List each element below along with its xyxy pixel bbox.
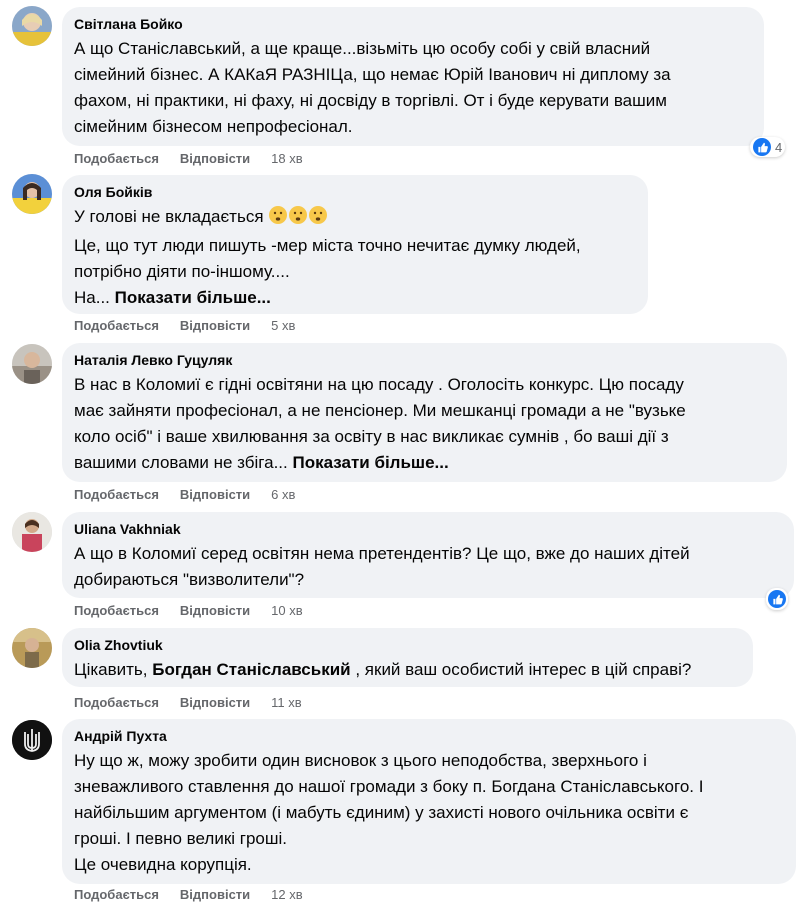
comment-text: А що Станіславський, а ще краще...візьмі…	[74, 39, 671, 136]
worried-face-icon	[288, 205, 308, 233]
comment-time[interactable]: 12 хв	[271, 887, 302, 902]
reply-button[interactable]: Відповісти	[180, 151, 250, 166]
comment-bubble: Світлана Бойко А що Станіславський, а ще…	[62, 7, 764, 146]
like-icon	[753, 138, 771, 156]
comment-text: В нас в Коломиї є гідні освітяни на цю п…	[74, 375, 686, 472]
worried-face-icon	[268, 205, 288, 233]
see-more-link[interactable]: Показати більше...	[292, 453, 448, 472]
comment-text: А що в Коломиї серед освітян нема претен…	[74, 544, 690, 589]
comment-bubble: Оля Бойків У голові не вкладається Це, щ…	[62, 175, 648, 314]
avatar[interactable]	[12, 628, 52, 668]
reply-button[interactable]: Відповісти	[180, 603, 250, 618]
comment-text: У голові не вкладається Це, що тут люди …	[74, 205, 581, 307]
avatar[interactable]	[12, 344, 52, 384]
comment-time[interactable]: 11 хв	[271, 695, 302, 710]
reaction-summary[interactable]	[766, 588, 788, 610]
reaction-count: 4	[775, 139, 783, 155]
comment-author[interactable]: Olia Zhovtiuk	[74, 636, 741, 655]
comment-bubble: Uliana Vakhniak А що в Коломиї серед осв…	[62, 512, 794, 598]
comment-author[interactable]: Оля Бойків	[74, 183, 636, 202]
like-button[interactable]: Подобається	[74, 603, 159, 618]
reply-button[interactable]: Відповісти	[180, 318, 250, 333]
comment-time[interactable]: 10 хв	[271, 603, 302, 618]
comment-actions: Подобається Відповісти 5 хв	[74, 317, 316, 335]
like-button[interactable]: Подобається	[74, 318, 159, 333]
comment-actions: Подобається Відповісти 12 хв	[74, 886, 324, 904]
mention-link[interactable]: Богдан Станіславський	[152, 660, 350, 679]
see-more-link[interactable]: Показати більше...	[115, 288, 271, 307]
avatar[interactable]	[12, 174, 52, 214]
comment-time[interactable]: 6 хв	[271, 487, 295, 502]
reply-button[interactable]: Відповісти	[180, 695, 250, 710]
worried-face-icon	[308, 205, 328, 233]
comment-author[interactable]: Uliana Vakhniak	[74, 520, 782, 539]
comment-actions: Подобається Відповісти 11 хв	[74, 694, 323, 712]
comment-author[interactable]: Світлана Бойко	[74, 15, 752, 34]
like-button[interactable]: Подобається	[74, 151, 159, 166]
like-button[interactable]: Подобається	[74, 487, 159, 502]
comment-text: Цікавить, Богдан Станіславський , який в…	[74, 660, 692, 679]
comment-bubble: Наталія Левко Гуцуляк В нас в Коломиї є …	[62, 343, 787, 482]
like-button[interactable]: Подобається	[74, 695, 159, 710]
comment-actions: Подобається Відповісти 6 хв	[74, 486, 316, 504]
comment-bubble: Андрій Пухта Ну що ж, можу зробити один …	[62, 719, 796, 884]
like-icon	[768, 590, 786, 608]
avatar[interactable]	[12, 6, 52, 46]
reaction-summary[interactable]: 4	[750, 137, 786, 157]
comment-text: Ну що ж, можу зробити один висновок з ць…	[74, 751, 704, 874]
avatar[interactable]	[12, 512, 52, 552]
avatar[interactable]	[12, 720, 52, 760]
comment-bubble: Olia Zhovtiuk Цікавить, Богдан Станіслав…	[62, 628, 753, 687]
comment-time[interactable]: 5 хв	[271, 318, 295, 333]
reply-button[interactable]: Відповісти	[180, 887, 250, 902]
comment-actions: Подобається Відповісти 10 хв	[74, 602, 324, 620]
reply-button[interactable]: Відповісти	[180, 487, 250, 502]
comment-author[interactable]: Наталія Левко Гуцуляк	[74, 351, 775, 370]
comment-author[interactable]: Андрій Пухта	[74, 727, 784, 746]
like-button[interactable]: Подобається	[74, 887, 159, 902]
comment-actions: Подобається Відповісти 18 хв	[74, 150, 324, 168]
comment-time[interactable]: 18 хв	[271, 151, 302, 166]
